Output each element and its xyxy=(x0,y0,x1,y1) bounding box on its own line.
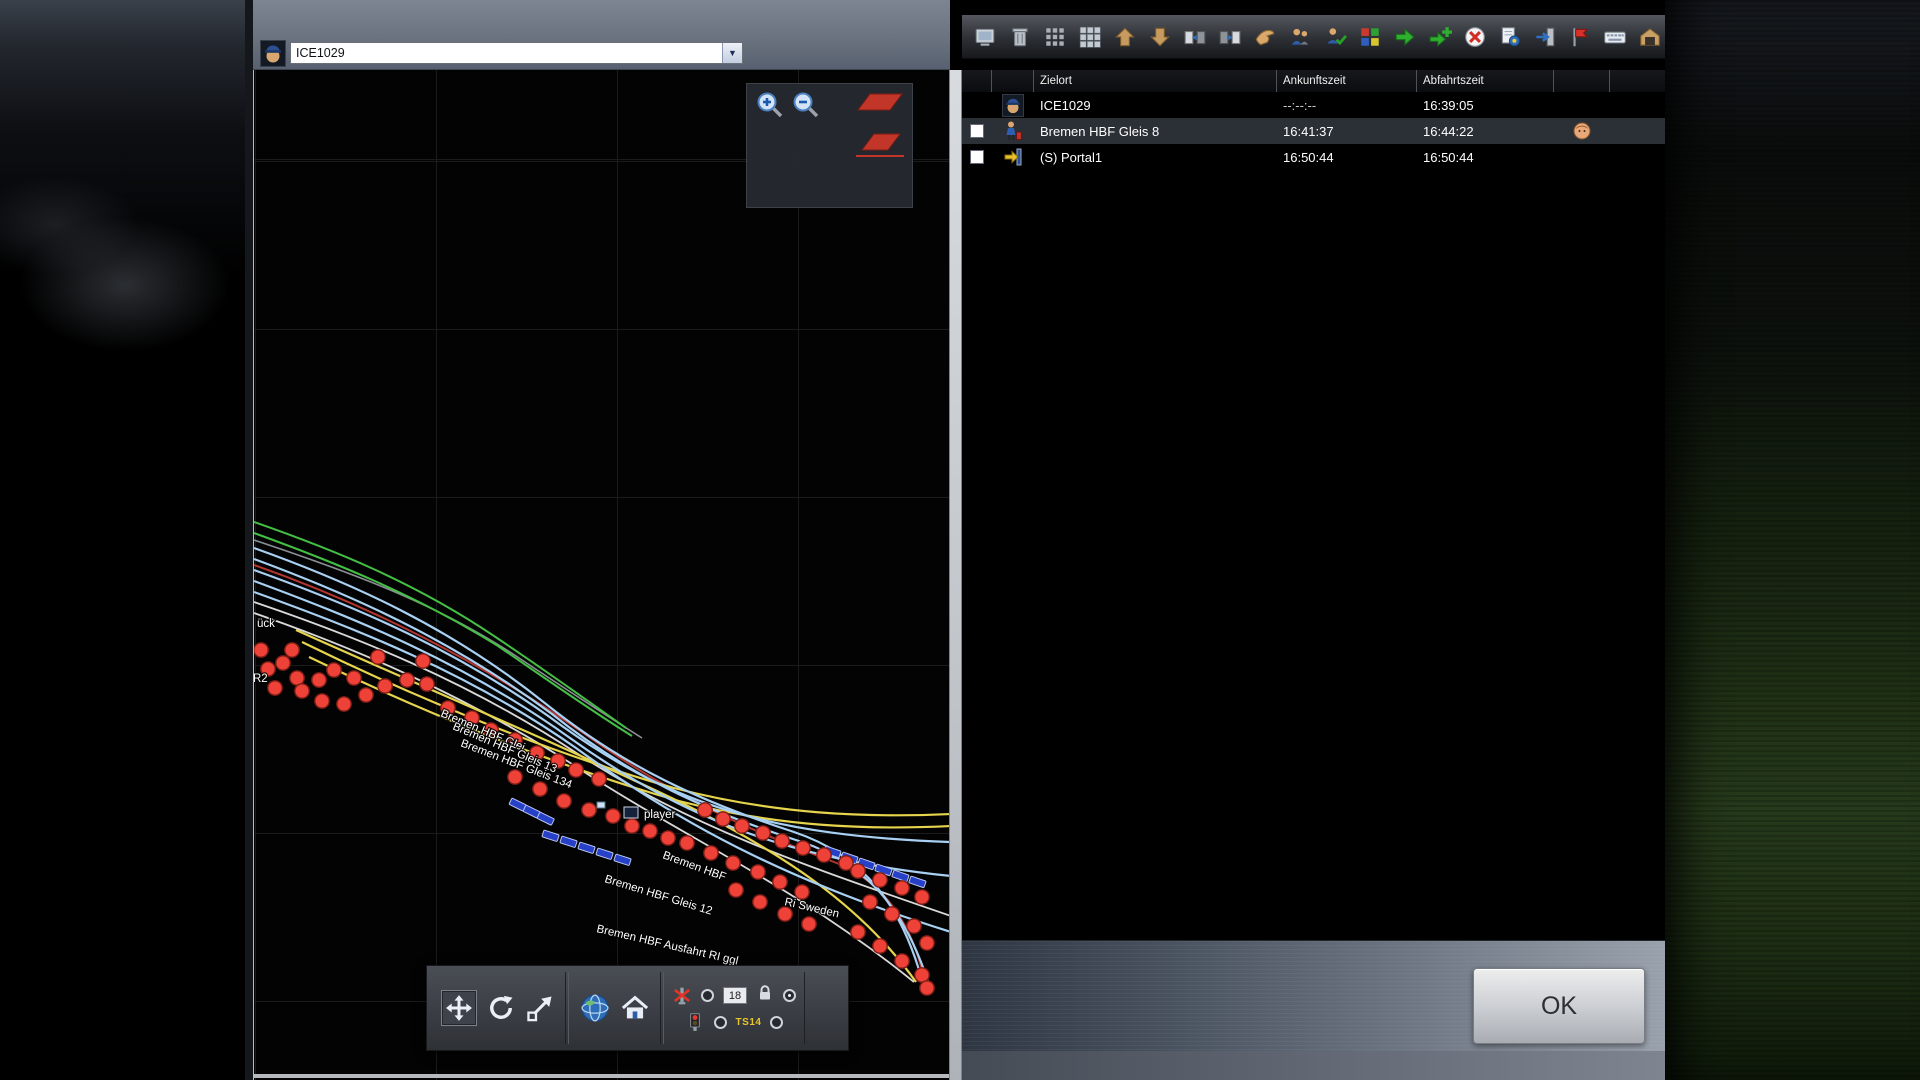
dialog-footer: OK xyxy=(962,940,1665,1051)
abfahrt-cell: 16:50:44 xyxy=(1417,150,1554,165)
rotate-button[interactable] xyxy=(486,993,516,1023)
signal-options-group: 18 xyxy=(663,972,805,1044)
ok-button[interactable]: OK xyxy=(1473,968,1645,1044)
keyboard-icon[interactable] xyxy=(1600,22,1630,52)
pan-move-button[interactable] xyxy=(441,990,477,1026)
table-row[interactable]: Bremen HBF Gleis 8 16:41:37 16:44:22 xyxy=(962,118,1665,144)
schedule-toolbar xyxy=(962,15,1665,59)
insert-after-icon[interactable] xyxy=(1215,22,1245,52)
gradient-display-icons[interactable] xyxy=(852,88,908,173)
abfahrt-cell: 16:44:22 xyxy=(1417,124,1554,139)
radio-option[interactable] xyxy=(714,1016,727,1029)
grid-small-icon[interactable] xyxy=(1040,22,1070,52)
zielort-cell: (S) Portal1 xyxy=(1034,150,1277,165)
ankunft-cell: 16:41:37 xyxy=(1277,124,1417,139)
exit-icon[interactable] xyxy=(1530,22,1560,52)
world-edge-left xyxy=(0,0,245,1080)
train-select-combo[interactable]: ICE1029 ▼ xyxy=(290,42,743,64)
map-header: ICE1029 ▼ xyxy=(253,0,950,70)
header-ankunftszeit: Ankunftszeit xyxy=(1277,70,1417,92)
ankunft-cell: 16:50:44 xyxy=(1277,150,1417,165)
track-label: player xyxy=(644,809,675,821)
zielort-cell: ICE1029 xyxy=(1034,98,1277,113)
person-edit-icon[interactable] xyxy=(1320,22,1350,52)
panel-divider[interactable] xyxy=(949,70,962,1080)
ts-label: TS14 xyxy=(736,1017,762,1028)
track-number-box[interactable]: 18 xyxy=(723,987,747,1004)
insert-before-icon[interactable] xyxy=(1180,22,1210,52)
jump-to-button[interactable] xyxy=(525,993,555,1023)
zoom-out-icon[interactable] xyxy=(791,90,821,120)
portal-icon xyxy=(992,147,1034,167)
delete-icon[interactable] xyxy=(1005,22,1035,52)
view-group xyxy=(568,972,661,1044)
zielort-cell: Bremen HBF Gleis 8 xyxy=(1034,124,1277,139)
track-label: Bremen HBF Ausfahrt RI ggl xyxy=(595,923,739,967)
map-bottom-edge xyxy=(254,1074,950,1078)
screen: ICE1029 ▼ xyxy=(0,0,1920,1080)
row-checkbox[interactable] xyxy=(970,150,984,164)
track-label: R2 xyxy=(254,673,268,685)
header-extra2 xyxy=(1610,70,1665,92)
train-select-value: ICE1029 xyxy=(291,46,722,60)
passengers-icon[interactable] xyxy=(1285,22,1315,52)
save-icon[interactable] xyxy=(970,22,1000,52)
signal-off-icon[interactable] xyxy=(672,986,692,1006)
track-map-viewport[interactable]: ück R2 Bremen HBF Glei Bremen HBF Gleis … xyxy=(253,70,950,1080)
dialog-frame xyxy=(245,0,253,1080)
home-icon[interactable] xyxy=(620,993,650,1023)
camera-marker-icon xyxy=(597,802,605,808)
header-extra1 xyxy=(1554,70,1610,92)
lock-icon[interactable] xyxy=(756,984,774,1007)
driver-icon xyxy=(992,94,1034,117)
flag-icon[interactable] xyxy=(1565,22,1595,52)
radio-option[interactable] xyxy=(770,1016,783,1029)
table-row[interactable]: ICE1029 --:--:-- 16:39:05 xyxy=(962,92,1665,118)
map-panel: ICE1029 ▼ xyxy=(253,0,950,1080)
arrow-down-icon[interactable] xyxy=(1145,22,1175,52)
face-badge-icon xyxy=(1554,122,1610,140)
radio-option[interactable] xyxy=(701,989,714,1002)
ankunft-cell: --:--:-- xyxy=(1277,98,1417,113)
track-label: Bremen HBF Gleis 12 xyxy=(603,873,713,917)
color-grid-icon[interactable] xyxy=(1355,22,1385,52)
zoom-in-icon[interactable] xyxy=(755,90,785,120)
header-icon-col xyxy=(992,70,1034,92)
table-row[interactable]: (S) Portal1 16:50:44 16:50:44 xyxy=(962,144,1665,170)
properties-icon[interactable] xyxy=(1495,22,1525,52)
header-checkbox-col xyxy=(962,70,992,92)
arrow-up-icon[interactable] xyxy=(1110,22,1140,52)
header-abfahrtszeit: Abfahrtszeit xyxy=(1417,70,1554,92)
navigation-group xyxy=(431,972,566,1044)
abfahrt-cell: 16:39:05 xyxy=(1417,98,1554,113)
depot-icon[interactable] xyxy=(1635,22,1665,52)
schedule-table-header: Zielort Ankunftszeit Abfahrtszeit xyxy=(962,70,1665,92)
route-add-icon[interactable] xyxy=(1425,22,1455,52)
hand-icon[interactable] xyxy=(1250,22,1280,52)
schedule-panel: Zielort Ankunftszeit Abfahrtszeit ICE102… xyxy=(962,0,1665,1080)
map-tools-bar: 18 xyxy=(426,965,849,1051)
track-network: ück R2 Bremen HBF Glei Bremen HBF Gleis … xyxy=(254,70,950,1080)
globe-icon[interactable] xyxy=(579,992,611,1024)
track-label: ück xyxy=(257,618,275,630)
driver-icon xyxy=(260,40,286,67)
grid-large-icon[interactable] xyxy=(1075,22,1105,52)
route-remove-icon[interactable] xyxy=(1460,22,1490,52)
signal-red-icon[interactable] xyxy=(685,1012,705,1032)
world-edge-right xyxy=(1665,0,1920,1080)
row-checkbox[interactable] xyxy=(970,124,984,138)
route-start-icon[interactable] xyxy=(1390,22,1420,52)
player-marker-icon xyxy=(624,807,638,818)
passenger-stop-icon xyxy=(992,120,1034,142)
signal-layer xyxy=(254,643,934,995)
radio-option-selected[interactable] xyxy=(783,989,796,1002)
chevron-down-icon[interactable]: ▼ xyxy=(722,43,742,63)
map-zoom-panel xyxy=(746,83,913,208)
footer-ground-strip xyxy=(962,1051,1665,1080)
header-zielort: Zielort xyxy=(1034,70,1277,92)
